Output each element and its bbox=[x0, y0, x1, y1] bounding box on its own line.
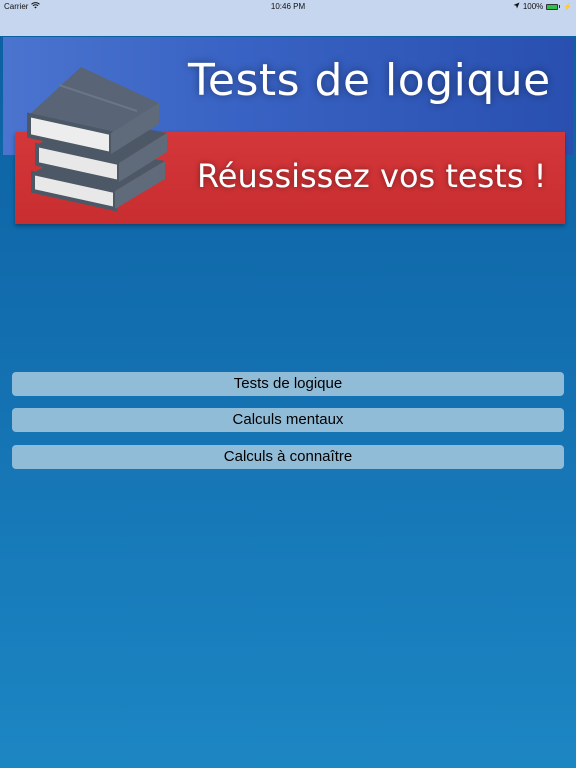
menu-button-calculs-mentaux[interactable]: Calculs mentaux bbox=[12, 408, 564, 432]
location-arrow-icon bbox=[513, 2, 520, 11]
battery-cap bbox=[559, 5, 561, 8]
battery-level bbox=[547, 4, 558, 9]
banner-subtitle: Réussissez vos tests ! bbox=[197, 157, 547, 195]
battery-icon bbox=[546, 3, 559, 10]
header-banner: Tests de logique Réussissez vos tests ! bbox=[3, 37, 573, 227]
battery-percent: 100% bbox=[522, 2, 544, 11]
menu-button-tests-de-logique[interactable]: Tests de logique bbox=[12, 372, 564, 396]
books-icon bbox=[19, 61, 179, 221]
banner-title: Tests de logique bbox=[188, 55, 551, 106]
menu-button-calculs-a-connaitre[interactable]: Calculs à connaître bbox=[12, 445, 564, 469]
status-right: 100% ⚡ bbox=[513, 2, 572, 11]
status-bar: Carrier 10:46 PM 100% ⚡ bbox=[0, 0, 576, 36]
status-time: 10:46 PM bbox=[270, 2, 306, 11]
charging-bolt-icon: ⚡ bbox=[563, 3, 572, 11]
app-screen: Carrier 10:46 PM 100% ⚡ Tests de logique… bbox=[0, 0, 576, 768]
